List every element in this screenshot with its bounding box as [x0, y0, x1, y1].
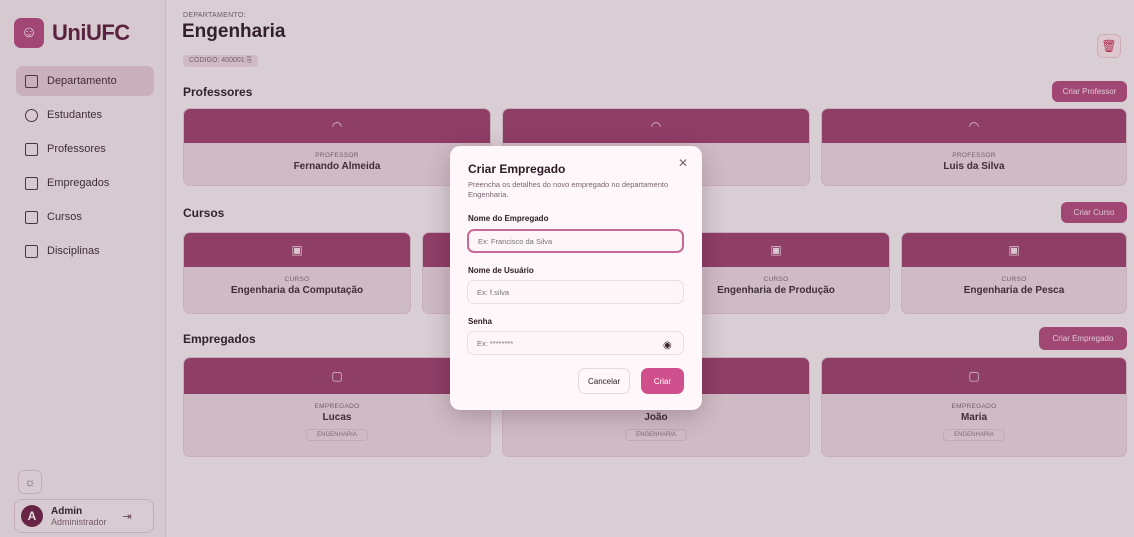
password-input[interactable]: [467, 331, 684, 355]
create-button[interactable]: Criar: [641, 368, 684, 394]
close-icon[interactable]: ✕: [678, 156, 688, 170]
username-label: Nome de Usuário: [468, 266, 534, 275]
dialog-description: Preencha os detalhes do novo empregado n…: [468, 180, 669, 199]
create-employee-dialog: ✕ Criar Empregado Preencha os detalhes d…: [450, 146, 702, 410]
employee-name-label: Nome do Empregado: [468, 214, 549, 223]
password-label: Senha: [468, 317, 493, 326]
eye-icon[interactable]: ◉: [663, 340, 672, 351]
dialog-title: Criar Empregado: [468, 162, 566, 176]
employee-name-input[interactable]: [467, 229, 684, 253]
username-input[interactable]: [467, 280, 684, 304]
cancel-button[interactable]: Cancelar: [578, 368, 630, 394]
